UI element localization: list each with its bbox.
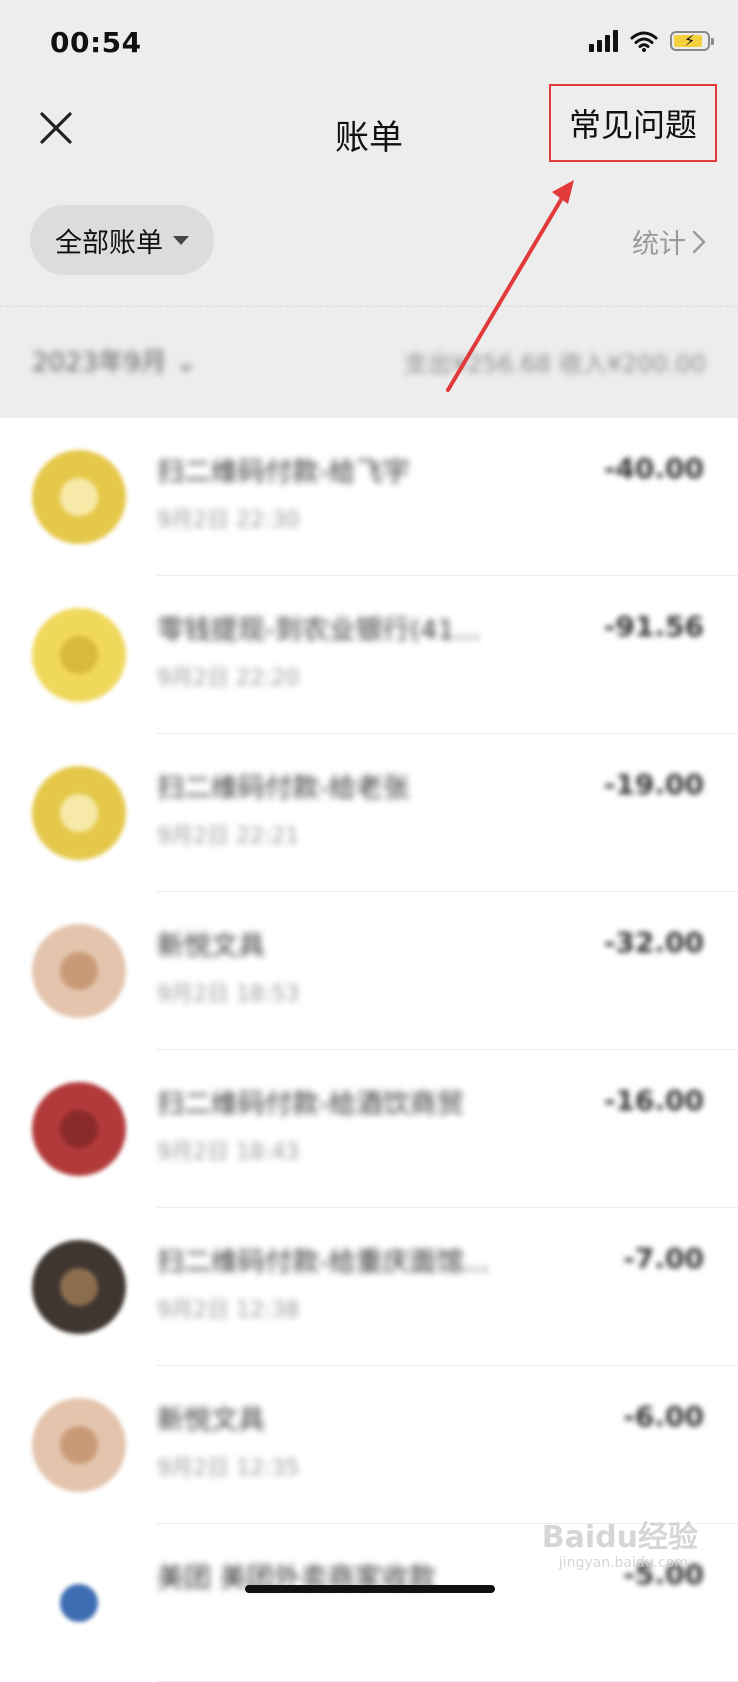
transaction-time: 9月2日 18:43: [157, 1140, 300, 1165]
transaction-amount: -7.00: [623, 1242, 704, 1275]
faq-link[interactable]: 常见问题: [549, 84, 717, 162]
transaction-list: 扫二维码付款-给飞宇 9月2日 22:30 -40.00 零钱提现-到农业银行(41.…: [0, 418, 738, 1682]
watermark-url: jingyan.baidu.com: [558, 1555, 688, 1571]
signal-icon: [589, 30, 618, 52]
transaction-title: 扫二维码付款-给飞宇: [157, 457, 410, 488]
bill-filter-dropdown[interactable]: 全部账单: [30, 205, 214, 275]
merchant-avatar: [32, 450, 126, 544]
transaction-row[interactable]: 扫二维码付款-给重庆面馆... 9月2日 12:38 -7.00: [0, 1208, 738, 1366]
transaction-amount: -32.00: [603, 926, 704, 959]
filter-label: 全部账单: [55, 227, 163, 259]
month-label: 2023年9月: [32, 348, 167, 378]
stats-link[interactable]: 统计: [632, 222, 706, 261]
merchant-avatar: [32, 1556, 126, 1650]
transaction-row[interactable]: 新悦文具 9月2日 12:35 -6.00: [0, 1366, 738, 1524]
transaction-title: 扫二维码付款-给重庆面馆...: [157, 1247, 490, 1278]
merchant-avatar: [32, 1082, 126, 1176]
transaction-row[interactable]: 扫二维码付款-给老张 9月2日 22:21 -19.00: [0, 734, 738, 892]
battery-icon: ⚡: [670, 31, 714, 51]
transaction-title: 扫二维码付款-给酒饮商贸: [157, 1089, 464, 1120]
transaction-time: 9月2日 22:20: [157, 666, 300, 691]
wifi-icon: [630, 31, 658, 52]
transaction-amount: -19.00: [603, 768, 704, 801]
caret-down-icon: [173, 235, 189, 245]
transaction-time: 9月2日 18:53: [157, 982, 300, 1007]
stats-label: 统计: [632, 229, 686, 260]
chevron-right-icon: [692, 230, 706, 253]
transaction-time: 9月2日 22:30: [157, 508, 300, 533]
merchant-avatar: [32, 608, 126, 702]
transaction-row[interactable]: 新悦文具 9月2日 18:53 -32.00: [0, 892, 738, 1050]
transaction-title: 新悦文具: [157, 1405, 265, 1436]
chevron-down-icon: ⌄: [174, 348, 197, 378]
transaction-title: 新悦文具: [157, 931, 265, 962]
merchant-avatar: [32, 1240, 126, 1334]
home-indicator: [245, 1585, 495, 1593]
transaction-time: 9月2日 12:35: [157, 1456, 300, 1481]
section-divider: [0, 306, 738, 307]
transaction-row[interactable]: 扫二维码付款-给酒饮商贸 9月2日 18:43 -16.00: [0, 1050, 738, 1208]
transaction-amount: -40.00: [603, 452, 704, 485]
merchant-avatar: [32, 1398, 126, 1492]
month-summary: 支出¥256.68 收入¥200.00: [403, 350, 706, 378]
transaction-time: 9月2日 22:21: [157, 824, 300, 849]
transaction-title: 零钱提现-到农业银行(41...: [157, 615, 481, 646]
transaction-amount: -91.56: [603, 610, 704, 643]
transaction-title: 扫二维码付款-给老张: [157, 773, 410, 804]
transaction-amount: -6.00: [623, 1400, 704, 1433]
merchant-avatar: [32, 766, 126, 860]
transaction-row[interactable]: 扫二维码付款-给飞宇 9月2日 22:30 -40.00: [0, 418, 738, 576]
transaction-time: 9月2日 12:38: [157, 1298, 300, 1323]
month-selector[interactable]: 2023年9月 ⌄: [32, 342, 197, 379]
merchant-avatar: [32, 924, 126, 1018]
transaction-amount: -16.00: [603, 1084, 704, 1117]
transaction-row[interactable]: 零钱提现-到农业银行(41... 9月2日 22:20 -91.56: [0, 576, 738, 734]
status-time: 00:54: [50, 26, 142, 59]
status-icons: ⚡: [589, 30, 714, 52]
watermark-logo: Baidu经验: [541, 1520, 698, 1555]
